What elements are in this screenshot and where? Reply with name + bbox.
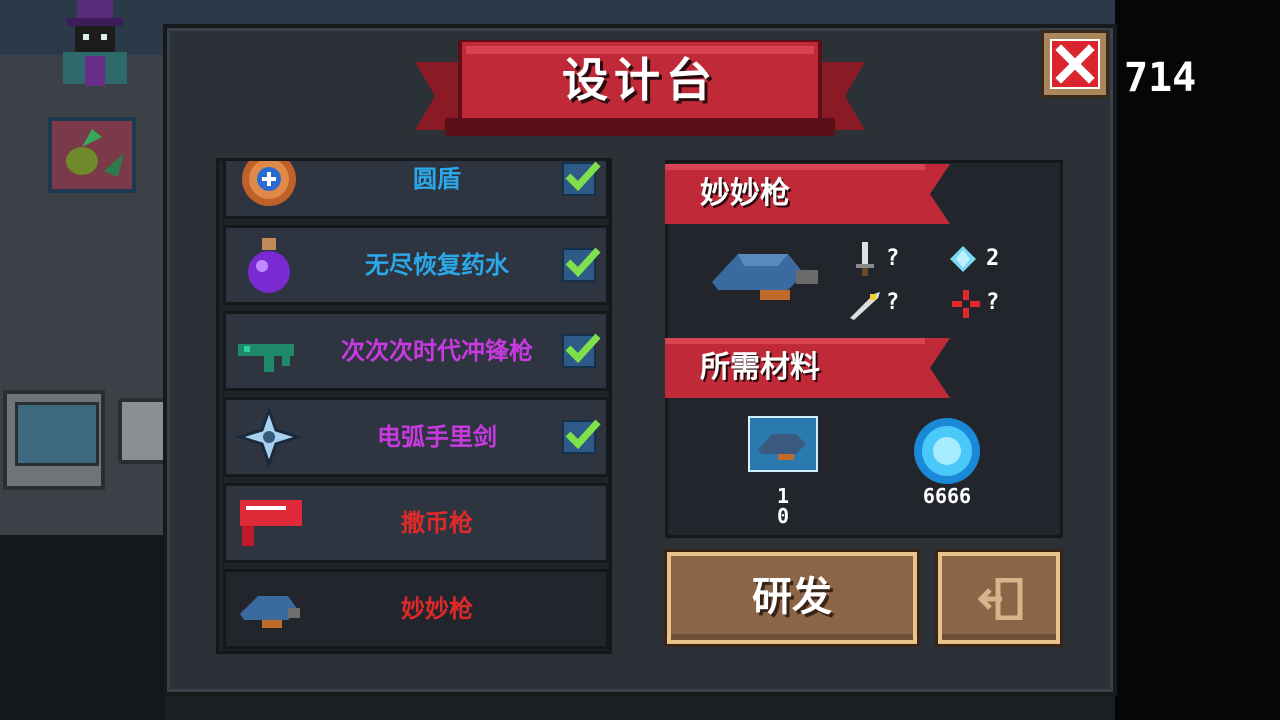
list-item-selected[interactable]: 妙妙枪 — [223, 569, 609, 649]
damage-sword-icon — [856, 242, 874, 276]
owned-checkbox — [562, 419, 601, 454]
blueprint-icon — [748, 416, 818, 472]
list-item[interactable]: 次次次时代冲锋枪 — [223, 311, 609, 391]
crit-blade-icon — [850, 292, 880, 320]
blueprint-need-count: 0 — [776, 504, 790, 528]
accuracy-crosshair-icon — [952, 290, 980, 318]
exit-button[interactable] — [938, 552, 1060, 644]
exit-door-icon — [978, 578, 1023, 620]
crit-value: ? — [886, 290, 900, 315]
item-name: 无尽恢复药水 — [365, 251, 509, 279]
plant-pot-decoration — [48, 117, 136, 193]
materials-title: 所需材料 — [700, 350, 820, 385]
list-item[interactable]: 无尽恢复药水 — [223, 225, 609, 305]
energy-diamond-icon — [950, 246, 976, 272]
blueprint-list[interactable]: 圆盾 无尽恢复药水 次次次时代冲锋枪 电弧手里剑 撒币枪 妙妙枪 — [216, 158, 612, 654]
list-item[interactable]: 撒币枪 — [223, 483, 609, 563]
gem-counter: 714 — [1124, 55, 1197, 101]
machine-decoration — [118, 398, 168, 464]
owned-checkbox — [562, 247, 601, 282]
shuriken-icon — [235, 408, 303, 466]
computer-terminal-decoration — [3, 390, 105, 490]
checkmark-icon — [565, 333, 601, 364]
list-item[interactable]: 圆盾 — [223, 161, 609, 219]
damage-value: ? — [886, 246, 900, 271]
background-void — [1115, 0, 1280, 720]
item-name: 次次次时代冲锋枪 — [341, 337, 533, 365]
purple-potion-icon — [248, 238, 290, 293]
weapon-preview-icon — [712, 254, 818, 300]
list-item[interactable]: 电弧手里剑 — [223, 397, 609, 477]
item-name: 电弧手里剑 — [377, 423, 497, 451]
smg-icon — [238, 344, 294, 372]
round-shield-icon — [242, 161, 296, 206]
coin-gun-icon — [240, 500, 302, 546]
owned-checkbox — [562, 161, 601, 196]
background-shadow — [0, 535, 165, 720]
checkmark-icon — [565, 247, 601, 278]
item-name: 圆盾 — [413, 165, 461, 193]
owned-checkbox — [562, 333, 601, 368]
gem-orb-icon — [914, 418, 980, 484]
weapon-name: 妙妙枪 — [700, 176, 790, 211]
wizard-npc-icon — [63, 0, 127, 86]
panel-title: 设计台 — [562, 53, 718, 107]
checkmark-icon — [565, 161, 601, 192]
checkmark-icon — [565, 419, 601, 450]
accuracy-value: ? — [986, 290, 1000, 315]
research-button[interactable]: 研发 — [667, 552, 917, 644]
miaomiao-gun-icon — [240, 596, 300, 628]
item-name: 撒币枪 — [401, 509, 473, 537]
research-button-label: 研发 — [752, 574, 832, 620]
item-name: 妙妙枪 — [401, 595, 473, 623]
gem-cost-count: 6666 — [922, 484, 972, 508]
close-button[interactable] — [1041, 30, 1109, 98]
energy-cost-value: 2 — [986, 246, 1000, 271]
close-icon — [1055, 44, 1095, 84]
